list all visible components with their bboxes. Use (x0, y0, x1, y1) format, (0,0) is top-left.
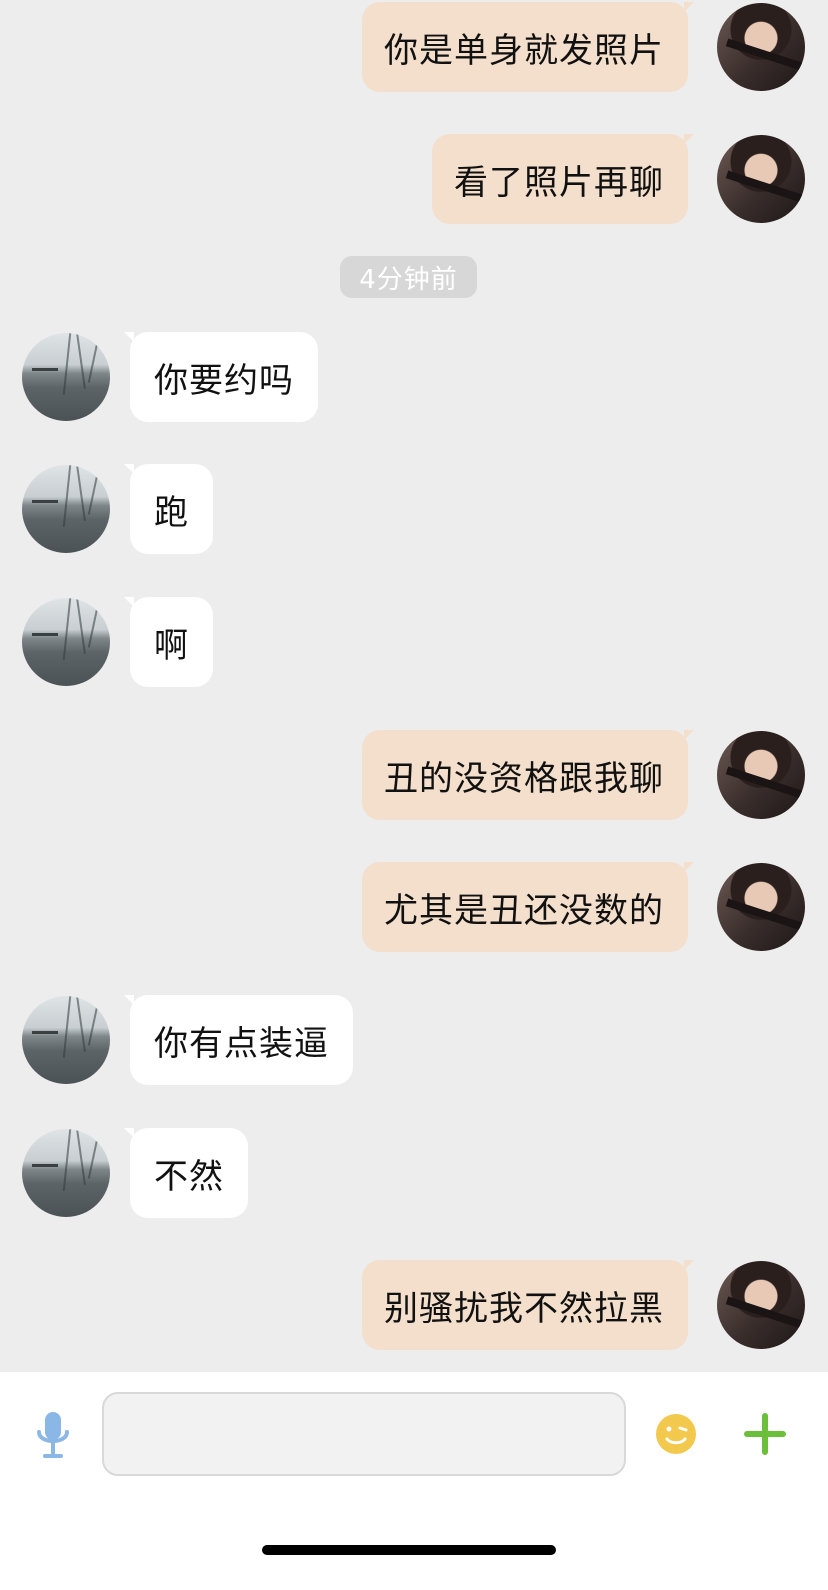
message-row-incoming: 不然 (0, 1128, 828, 1218)
user-avatar[interactable] (717, 1261, 805, 1349)
microphone-icon[interactable] (33, 1410, 73, 1460)
user-avatar[interactable] (717, 135, 805, 223)
message-bubble[interactable]: 不然 (124, 1128, 248, 1218)
message-bubble[interactable]: 丑的没资格跟我聊 (362, 730, 694, 820)
contact-avatar[interactable] (22, 465, 110, 553)
message-row-outgoing: 看了照片再聊 (0, 134, 828, 224)
message-bubble[interactable]: 跑 (124, 464, 213, 554)
chat-area[interactable]: 你是单身就发照片 看了照片再聊 4分钟前 你要约吗 跑 啊 丑的没资格跟我聊 尤… (0, 0, 828, 1390)
message-row-outgoing: 别骚扰我不然拉黑 (0, 1260, 828, 1350)
contact-avatar[interactable] (22, 1129, 110, 1217)
user-avatar[interactable] (717, 731, 805, 819)
message-bubble[interactable]: 看了照片再聊 (432, 134, 694, 224)
message-bubble[interactable]: 你是单身就发照片 (362, 2, 694, 92)
message-bubble[interactable]: 你要约吗 (124, 332, 318, 422)
message-bubble[interactable]: 你有点装逼 (124, 995, 353, 1085)
message-input[interactable] (102, 1392, 626, 1476)
message-row-incoming: 你要约吗 (0, 332, 828, 422)
contact-avatar[interactable] (22, 996, 110, 1084)
home-indicator[interactable] (262, 1545, 556, 1555)
message-row-outgoing: 丑的没资格跟我聊 (0, 730, 828, 820)
message-bubble[interactable]: 啊 (124, 597, 213, 687)
contact-avatar[interactable] (22, 333, 110, 421)
message-row-incoming: 你有点装逼 (0, 995, 828, 1085)
message-row-outgoing: 尤其是丑还没数的 (0, 862, 828, 952)
emoji-icon[interactable] (655, 1413, 697, 1455)
plus-icon[interactable] (744, 1413, 786, 1455)
message-row-incoming: 跑 (0, 464, 828, 554)
message-row-outgoing: 你是单身就发照片 (0, 2, 828, 92)
user-avatar[interactable] (717, 863, 805, 951)
message-bubble[interactable]: 别骚扰我不然拉黑 (362, 1260, 694, 1350)
message-row-incoming: 啊 (0, 597, 828, 687)
message-timestamp: 4分钟前 (340, 256, 477, 298)
contact-avatar[interactable] (22, 598, 110, 686)
user-avatar[interactable] (717, 3, 805, 91)
message-bubble[interactable]: 尤其是丑还没数的 (362, 862, 694, 952)
